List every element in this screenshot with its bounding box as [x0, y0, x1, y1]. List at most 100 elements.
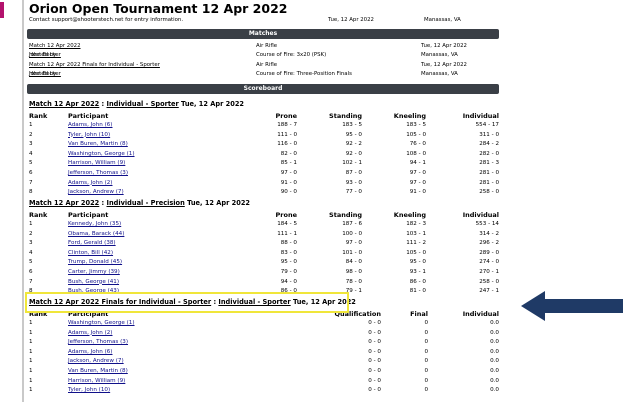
- scoreboard-bar: Scoreboard: [27, 84, 499, 94]
- standing-cell: 77 - 0: [345, 189, 362, 196]
- participant-link[interactable]: Harrison, William (9): [68, 160, 125, 166]
- section-date: Tue, 12 Apr 2022: [184, 199, 251, 207]
- table-row: 4 Washington, George (1) 82 - 0 92 - 0 108 -…: [29, 151, 499, 160]
- participant-link[interactable]: Adams, John (6): [68, 349, 113, 355]
- participant-link[interactable]: Washington, George (1): [68, 320, 135, 326]
- left-margin: [0, 0, 22, 402]
- table-row: 7 Adams, John (2) 91 - 0 93 - 0 97 - 0 281 - …: [29, 180, 499, 189]
- table-row: 1 Adams, John (6) 188 - 7 183 - 5 183 - 5 554…: [29, 122, 499, 131]
- participant-link[interactable]: Van Buren, Martin (8): [68, 368, 128, 374]
- match-link[interactable]: Match 12 Apr 2022: [29, 43, 81, 49]
- participant-link[interactable]: Harrison, William (9): [68, 378, 125, 384]
- participant-link[interactable]: Carter, Jimmy (39): [68, 269, 120, 275]
- prone-cell: 79 - 0: [280, 269, 297, 275]
- col-participant: Participant: [68, 211, 109, 219]
- event-link[interactable]: Individual - Precision: [107, 199, 185, 207]
- sporter-section-heading: Match 12 Apr 2022 : Individual - Sporter…: [29, 100, 244, 108]
- kneeling-cell: 97 - 0: [409, 170, 426, 176]
- individual-cell: 258 - 0: [479, 278, 499, 285]
- standing-cell: 98 - 0: [345, 269, 362, 275]
- kneeling-cell: 81 - 0: [409, 288, 426, 295]
- col-individual: Individual: [462, 112, 499, 120]
- table-row: 1 Washington, George (1) 0 - 0 0 0.0: [29, 320, 499, 329]
- individual-cell: 0.0: [490, 339, 499, 346]
- kneeling-cell: 76 - 0: [409, 141, 426, 148]
- individual-cell: 270 - 1: [479, 269, 499, 275]
- right-margin: [504, 0, 633, 402]
- precision-section-heading: Match 12 Apr 2022 : Individual - Precisi…: [29, 199, 250, 207]
- table-row: 1 Adams, John (6) 0 - 0 0 0.0: [29, 349, 499, 358]
- kneeling-cell: 108 - 0: [406, 150, 426, 157]
- final-cell: 0: [424, 348, 428, 355]
- participant-link[interactable]: Ford, Gerald (38): [68, 240, 116, 246]
- contact-email-link[interactable]: support@shooterstech.net: [52, 17, 124, 23]
- rank-cell: 7: [29, 278, 33, 285]
- standing-cell: 183 - 5: [342, 122, 362, 128]
- participant-link[interactable]: Kennedy, John (35): [68, 221, 121, 227]
- match-date: Tue, 12 Apr 2022: [421, 62, 467, 68]
- individual-cell: 0.0: [490, 387, 499, 394]
- match-row: Match 12 Apr 2022 Air Rifle Tue, 12 Apr …: [29, 43, 499, 52]
- participant-link[interactable]: Washington, George (1): [68, 151, 135, 157]
- match-date: Tue, 12 Apr 2022: [421, 43, 467, 49]
- match-location: Manassas, VA: [421, 71, 458, 77]
- qualification-cell: 0 - 0: [368, 358, 381, 365]
- participant-link[interactable]: Adams, John (2): [68, 180, 113, 186]
- participant-link[interactable]: Jefferson, Thomas (3): [68, 170, 128, 176]
- individual-cell: 289 - 0: [479, 249, 499, 256]
- rank-cell: 4: [29, 249, 33, 256]
- col-standing: Standing: [329, 211, 362, 219]
- participant-link[interactable]: Tyler, John (10): [68, 387, 110, 393]
- match-location: Manassas, VA: [421, 52, 458, 58]
- participant-link[interactable]: Trump, Donald (45): [68, 259, 122, 265]
- qualification-cell: 0 - 0: [368, 339, 381, 346]
- kneeling-cell: 183 - 5: [406, 122, 426, 128]
- table-row: 7 Bush, George (41) 94 - 0 78 - 0 86 - 0 258 …: [29, 279, 499, 288]
- individual-cell: 281 - 3: [479, 160, 499, 167]
- participant-link[interactable]: Adams, John (6): [68, 122, 113, 128]
- left-edge-marker: [0, 2, 4, 18]
- separator: :: [99, 100, 107, 108]
- left-arrow-icon: [521, 291, 623, 321]
- individual-cell: 284 - 2: [479, 141, 499, 148]
- col-individual: Individual: [462, 310, 499, 318]
- standing-cell: 92 - 0: [345, 150, 362, 157]
- participant-link[interactable]: Clinton, Bill (42): [68, 250, 113, 256]
- individual-cell: 0.0: [490, 358, 499, 365]
- rank-cell: 2: [29, 230, 33, 237]
- match-link[interactable]: Match 12 Apr 2022 Finals for Individual …: [29, 62, 160, 68]
- col-prone: Prone: [275, 112, 297, 120]
- header-date: Tue, 12 Apr 2022: [328, 17, 374, 23]
- match-link[interactable]: Match 12 Apr 2022: [29, 199, 99, 207]
- individual-cell: 0.0: [490, 329, 499, 336]
- qualification-cell: 0 - 0: [368, 387, 381, 394]
- hosted-by-label: Hosted by: [29, 71, 57, 77]
- standing-cell: 84 - 0: [345, 259, 362, 266]
- final-cell: 0: [424, 377, 428, 384]
- sporter-table-header: Rank Participant Prone Standing Kneeling…: [29, 112, 499, 122]
- participant-link[interactable]: Jackson, Andrew (7): [68, 358, 124, 364]
- event-link[interactable]: Individual - Sporter: [107, 100, 179, 108]
- standing-cell: 102 - 1: [342, 160, 362, 167]
- rank-cell: 1: [29, 329, 33, 336]
- prone-cell: 184 - 5: [277, 221, 297, 227]
- rank-cell: 1: [29, 122, 33, 128]
- highlight-box: [25, 292, 349, 313]
- participant-link[interactable]: Jefferson, Thomas (3): [68, 339, 128, 345]
- hosted-by-label: Hosted by: [29, 52, 57, 58]
- participant-link[interactable]: Tyler, John (10): [68, 132, 110, 138]
- standing-cell: 87 - 0: [345, 170, 362, 176]
- prone-cell: 95 - 0: [280, 259, 297, 266]
- participant-link[interactable]: Bush, George (41): [68, 279, 119, 285]
- contact-suffix: for entry information.: [123, 17, 184, 23]
- participant-link[interactable]: Adams, John (2): [68, 330, 113, 336]
- participant-link[interactable]: Obama, Barack (44): [68, 231, 124, 237]
- rank-cell: 7: [29, 179, 33, 186]
- participant-link[interactable]: Jackson, Andrew (7): [68, 189, 124, 195]
- participant-link[interactable]: Van Buren, Martin (8): [68, 141, 128, 147]
- match-link[interactable]: Match 12 Apr 2022: [29, 100, 99, 108]
- individual-cell: 0.0: [490, 377, 499, 384]
- individual-cell: 554 - 17: [475, 122, 499, 128]
- section-date: Tue, 12 Apr 2022: [178, 100, 244, 108]
- rank-cell: 6: [29, 170, 33, 176]
